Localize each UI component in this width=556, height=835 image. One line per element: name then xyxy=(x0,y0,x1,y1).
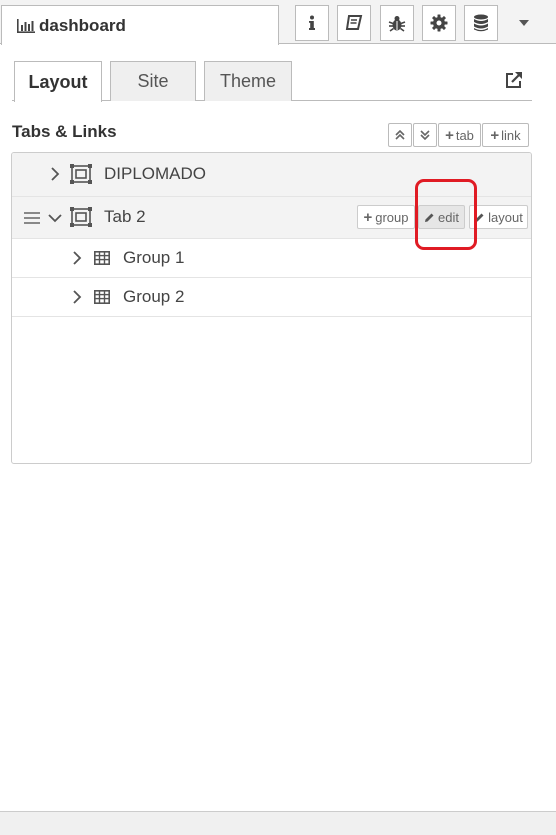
book-icon xyxy=(345,15,363,30)
tree-group-1[interactable]: Group 1 xyxy=(12,239,531,278)
bug-icon xyxy=(388,16,406,32)
collapse-all-button[interactable] xyxy=(413,123,437,147)
help-button[interactable] xyxy=(337,5,371,41)
tab-layout-button[interactable]: layout xyxy=(469,205,528,229)
sidebar-menu-button[interactable] xyxy=(512,13,536,33)
add-link-label: link xyxy=(501,127,521,143)
table-icon xyxy=(94,251,110,265)
open-dashboard-button[interactable] xyxy=(504,70,526,90)
chevron-right-icon[interactable] xyxy=(72,251,82,265)
double-chevron-down-icon xyxy=(420,130,430,140)
add-group-button[interactable]: + group xyxy=(357,205,415,229)
dashboard-subtabs: Layout Site Theme xyxy=(12,61,532,102)
external-link-icon xyxy=(506,72,522,88)
database-icon xyxy=(474,14,488,32)
table-icon xyxy=(94,290,110,304)
tab-layout[interactable]: Layout xyxy=(14,61,102,102)
info-button[interactable] xyxy=(295,5,329,41)
tab-layout-label: Layout xyxy=(28,71,88,92)
sidebar-tab-dashboard[interactable]: dashboard xyxy=(1,5,279,45)
tab-theme-label: Theme xyxy=(219,71,277,91)
plus-icon: + xyxy=(363,208,373,226)
tree-tab-label: Tab 2 xyxy=(104,207,146,226)
drag-handle-icon[interactable] xyxy=(24,211,40,225)
debug-button[interactable] xyxy=(380,5,414,41)
add-group-label: group xyxy=(375,209,409,225)
edit-tab-button[interactable]: edit xyxy=(418,205,465,229)
sidebar-header: dashboard xyxy=(0,0,556,45)
edit-tab-label: edit xyxy=(438,209,459,225)
add-link-button[interactable]: + link xyxy=(482,123,529,147)
tree-group-label: Group 1 xyxy=(123,248,185,267)
sidebar-tab-title: dashboard xyxy=(39,15,126,35)
chevron-down-icon[interactable] xyxy=(48,213,62,223)
tree-group-2[interactable]: Group 2 xyxy=(12,278,531,317)
tab-icon xyxy=(70,207,92,227)
tree-tab-label: DIPLOMADO xyxy=(104,164,207,183)
tree-tab-tab2[interactable]: Tab 2 + group edit layout xyxy=(12,197,531,239)
pencil-icon xyxy=(475,213,484,222)
chevron-down-icon xyxy=(519,20,529,26)
add-tab-button[interactable]: + tab xyxy=(438,123,481,147)
chevron-right-icon[interactable] xyxy=(50,167,60,181)
expand-all-button[interactable] xyxy=(388,123,412,147)
context-data-button[interactable] xyxy=(464,5,498,41)
tree-group-label: Group 2 xyxy=(123,287,185,306)
sidebar-footer xyxy=(0,811,556,835)
tab-icon xyxy=(70,164,92,184)
settings-button[interactable] xyxy=(422,5,456,41)
tab-site-label: Site xyxy=(137,71,169,91)
section-title: Tabs & Links xyxy=(12,122,117,141)
add-tab-label: tab xyxy=(455,127,474,143)
chevron-right-icon[interactable] xyxy=(72,290,82,304)
tabs-links-tree: DIPLOMADO Tab 2 + group edit layout Grou… xyxy=(11,152,532,464)
gear-icon xyxy=(430,14,448,32)
tab-theme[interactable]: Theme xyxy=(204,61,292,101)
double-chevron-up-icon xyxy=(395,130,405,140)
tree-tab-diplomado[interactable]: DIPLOMADO xyxy=(12,153,531,197)
plus-icon: + xyxy=(445,126,454,144)
bar-chart-icon xyxy=(17,18,35,33)
info-icon xyxy=(309,15,315,30)
pencil-icon xyxy=(425,213,434,222)
tab-site[interactable]: Site xyxy=(110,61,196,101)
tab-layout-label: layout xyxy=(488,209,523,225)
plus-icon: + xyxy=(490,126,500,144)
